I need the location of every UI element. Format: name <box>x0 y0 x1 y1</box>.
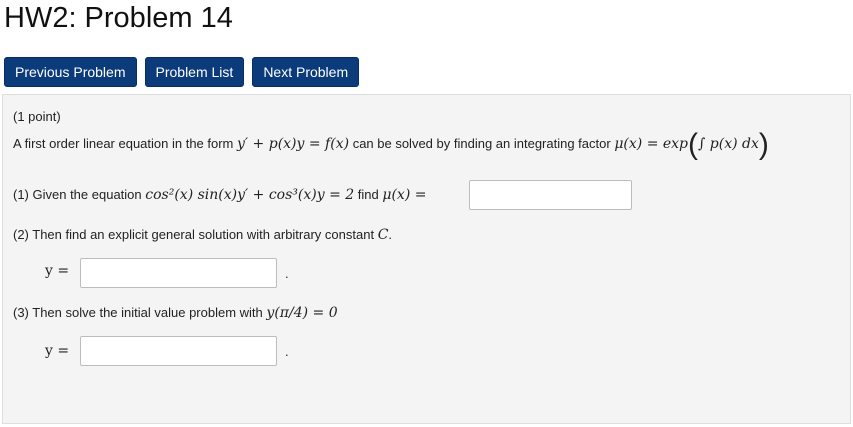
intro-equation: y′ + p(x)y = f(x) <box>237 136 350 152</box>
part2-text: (2) Then find an explicit general soluti… <box>13 225 392 245</box>
part2-prefix: (2) Then find an explicit general soluti… <box>13 227 375 242</box>
part3-equation: y(π/4) = 0 <box>266 305 338 321</box>
close-paren: ) <box>758 128 769 161</box>
part1-prefix: (1) Given the equation <box>13 187 142 202</box>
part2-constant: C <box>377 227 389 243</box>
problem-nav: Previous Problem Problem List Next Probl… <box>4 57 360 87</box>
intro-integral: ∫ p(x) dx <box>698 136 759 152</box>
part1-text: (1) Given the equation cos²(x) sin(x)y′ … <box>13 181 426 209</box>
next-problem-button[interactable]: Next Problem <box>252 57 360 87</box>
open-paren: ( <box>688 128 699 161</box>
page-title: HW2: Problem 14 <box>4 2 233 34</box>
problem-intro: A first order linear equation in the for… <box>13 128 769 161</box>
answer2-label: y = <box>45 263 70 279</box>
part3-text: (3) Then solve the initial value problem… <box>13 303 338 323</box>
answer3-label: y = <box>45 343 70 359</box>
answer-mu-input[interactable] <box>469 180 632 210</box>
intro-middle: can be solved by finding an integrating … <box>352 136 611 151</box>
part1-mu: μ(x) = <box>382 187 427 203</box>
intro-mu: μ(x) = exp <box>614 136 689 152</box>
problem-list-button[interactable]: Problem List <box>144 57 245 87</box>
answer-general-solution-input[interactable] <box>80 258 277 288</box>
intro-prefix: A first order linear equation in the for… <box>13 136 234 151</box>
problem-points: (1 point) <box>13 109 61 124</box>
answer-ivp-solution-input[interactable] <box>80 336 277 366</box>
part1-equation: cos²(x) sin(x)y′ + cos³(x)y = 2 <box>145 187 355 203</box>
part1-find: find <box>357 187 379 202</box>
part3-prefix: (3) Then solve the initial value problem… <box>13 305 263 320</box>
previous-problem-button[interactable]: Previous Problem <box>4 57 137 87</box>
answer2-period: . <box>285 266 289 281</box>
part2-end: . <box>388 227 393 242</box>
answer3-period: . <box>285 344 289 359</box>
problem-panel: (1 point) A first order linear equation … <box>2 94 851 424</box>
